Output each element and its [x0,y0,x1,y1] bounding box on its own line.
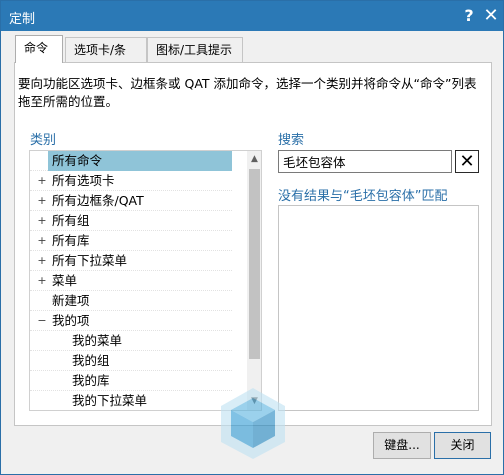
category-tree[interactable]: 所有命令 + 所有选项卡 + 所有边框条/QAT + 所有组 + 所有库 + 所有下拉菜单 + 菜单 新建… [29,150,262,411]
commands-panel: 要向功能区选项卡、边框条或 QAT 添加命令，选择一个类别并将命令从“命令”列表… [14,62,492,426]
close-button[interactable]: 关闭 [434,432,491,459]
instructions-text: 要向功能区选项卡、边框条或 QAT 添加命令，选择一个类别并将命令从“命令”列表… [18,76,477,109]
tree-item[interactable]: 我的菜单 [30,331,232,351]
tree-item[interactable]: + 所有选项卡 [30,171,232,191]
help-button[interactable]: ? [459,5,479,27]
tree-item-label: 菜单 [52,273,78,288]
tree-item-label: 我的项 [52,313,90,328]
close-icon[interactable]: ✕ [481,5,501,27]
clear-search-button[interactable]: ✕ [455,150,479,173]
tree-item[interactable]: + 所有组 [30,211,232,231]
tree-item-label: 所有下拉菜单 [52,253,128,268]
search-label: 搜索 [278,133,305,148]
expand-icon[interactable]: + [37,231,47,251]
expand-icon[interactable]: + [37,271,47,291]
tree-item-label: 所有组 [52,213,90,228]
tree-item[interactable]: + 菜单 [30,271,232,291]
tree-item-label: 我的下拉菜单 [72,393,148,408]
command-result-list[interactable] [278,205,479,411]
expand-icon[interactable]: + [37,171,47,191]
tree-item[interactable]: + 所有边框条/QAT [30,191,232,211]
tree-item[interactable]: + 所有下拉菜单 [30,251,232,271]
tree-item[interactable]: + 所有库 [30,231,232,251]
tree-item-label: 所有库 [52,233,90,248]
expand-icon[interactable]: + [37,191,47,211]
tab-icons-tooltips[interactable]: 图标/工具提示 [147,37,243,63]
tree-item-label: 新建项 [52,293,90,308]
tree-item[interactable]: 新建项 [30,291,232,311]
no-result-message: 没有结果与“毛坯包容体”匹配 [278,189,448,204]
tab-commands[interactable]: 命令 [15,35,63,63]
expand-icon[interactable]: + [37,211,47,231]
tree-item[interactable]: 我的下拉菜单 [30,391,232,410]
category-label: 类别 [30,133,57,148]
tree-item[interactable]: 我的库 [30,371,232,391]
expand-icon[interactable]: + [37,251,47,271]
scroll-up-icon[interactable]: ▲ [247,152,261,167]
keyboard-button[interactable]: 键盘... [373,432,431,459]
tree-scrollbar[interactable]: ▲ ▼ [247,151,261,410]
tree-item-label: 我的库 [72,373,110,388]
customize-dialog: 定制 ? ✕ 命令 选项卡/条 图标/工具提示 要向功能区选项卡、边框条或 QA… [0,0,504,475]
collapse-icon[interactable]: − [37,311,47,331]
title-bar: 定制 ? ✕ [1,1,503,31]
search-input[interactable] [278,150,452,173]
tree-item-label: 所有边框条/QAT [52,193,144,208]
tree-item-label: 我的组 [72,353,110,368]
tab-tabs-bars[interactable]: 选项卡/条 [65,37,147,63]
tree-item-label: 所有命令 [48,151,232,171]
scroll-thumb[interactable] [249,169,260,359]
tree-item[interactable]: − 我的项 [30,311,232,331]
tree-item[interactable]: 所有命令 [30,151,232,171]
cube-logo-icon [221,388,285,459]
tree-item[interactable]: 我的组 [30,351,232,371]
dialog-title: 定制 [9,12,36,27]
tree-item-label: 所有选项卡 [52,173,115,188]
tree-item-label: 我的菜单 [72,333,123,348]
